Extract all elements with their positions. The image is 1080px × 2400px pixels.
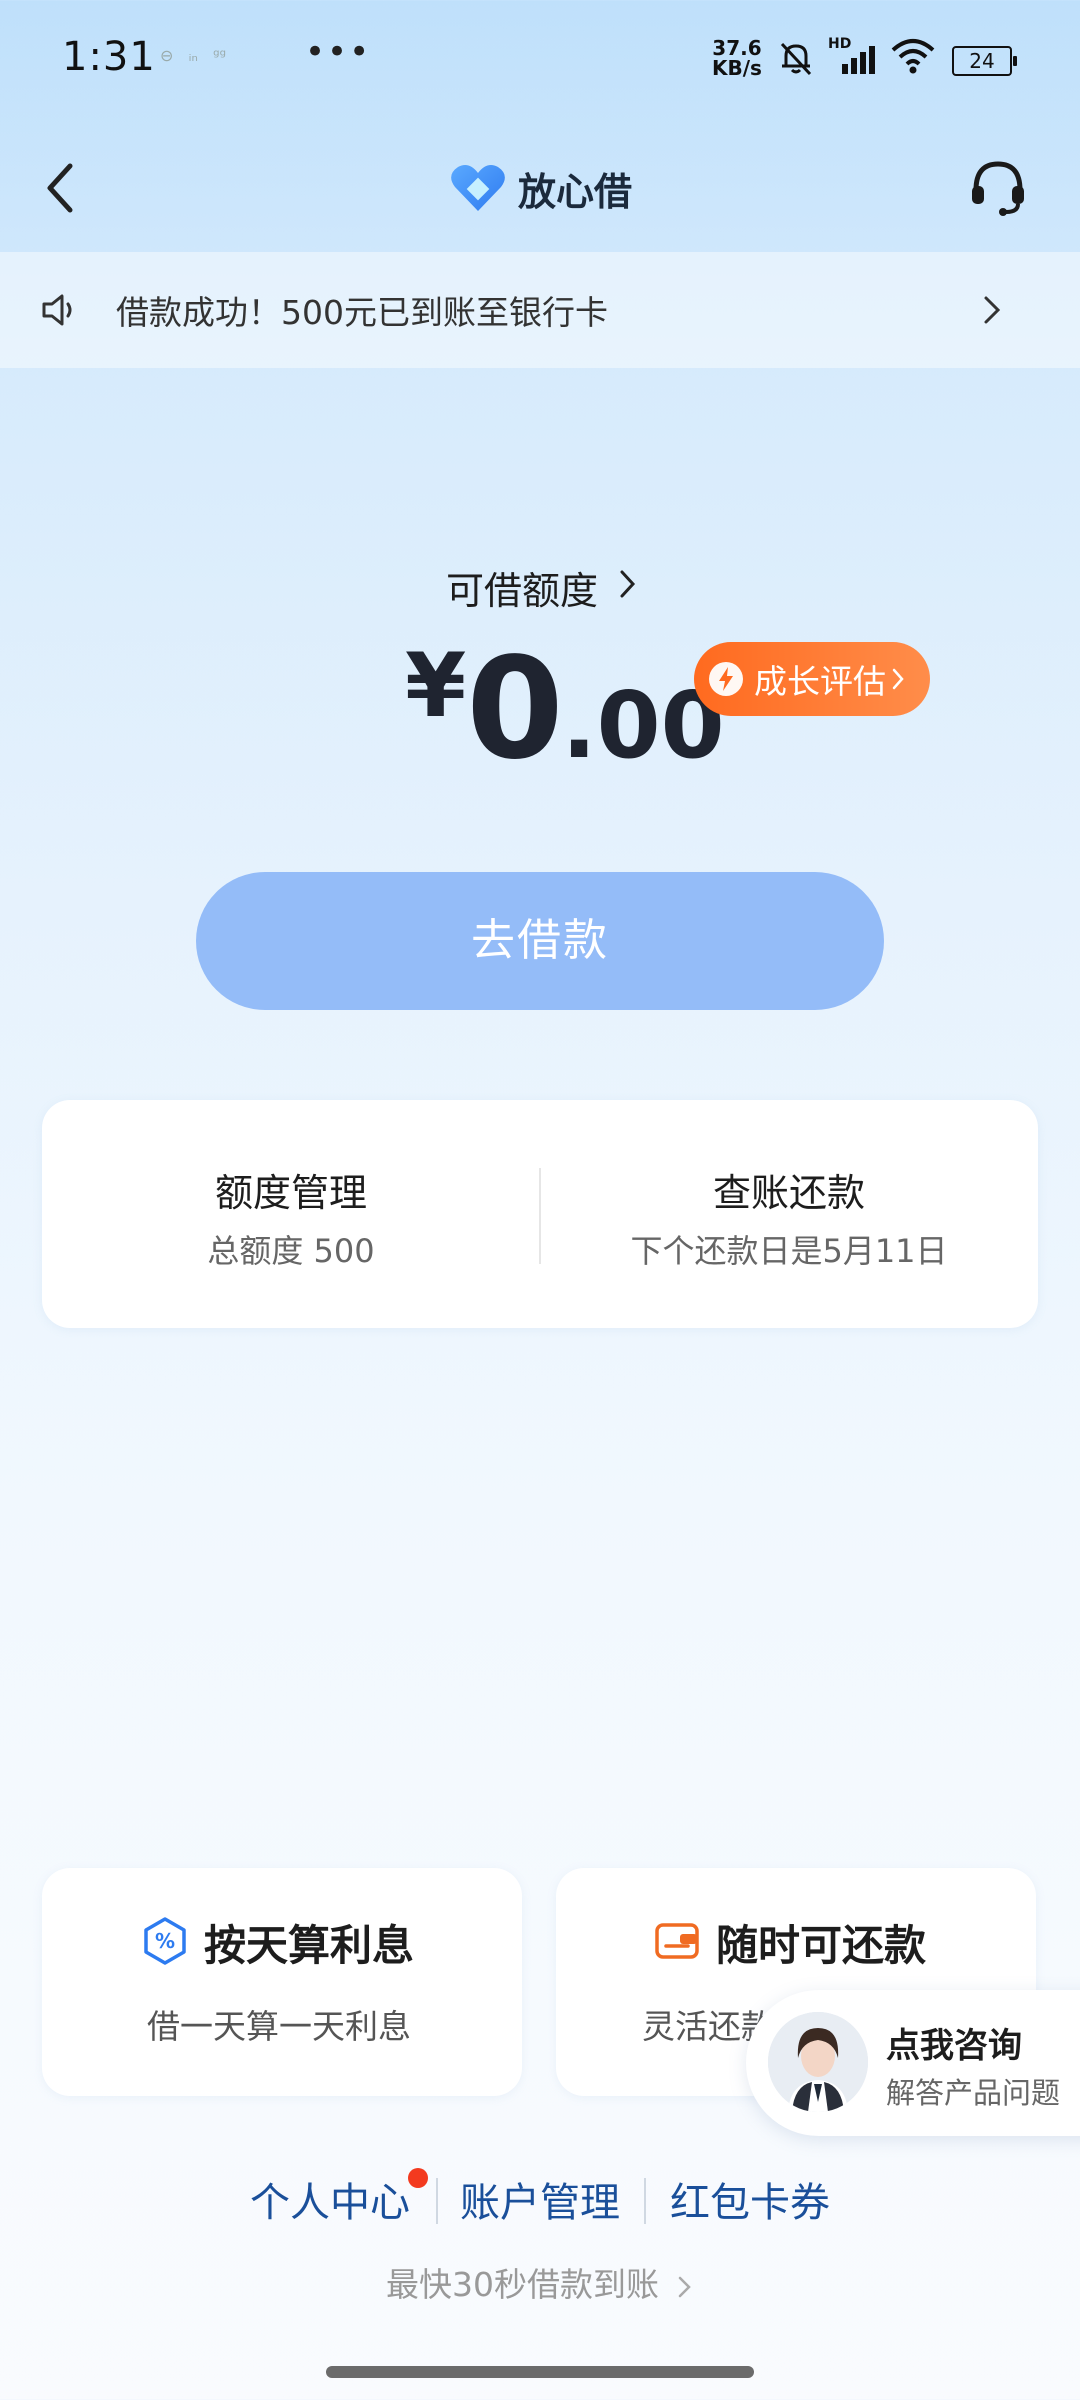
borrow-button[interactable]: 去借款: [196, 872, 884, 1010]
back-button[interactable]: [40, 158, 80, 218]
signal-icon: HD: [828, 36, 880, 76]
link-separator: [436, 2178, 438, 2224]
battery-indicator: 24: [952, 46, 1017, 76]
wifi-icon: [891, 39, 935, 74]
agent-avatar: [768, 2012, 868, 2112]
chevron-right-icon[interactable]: [980, 292, 1004, 328]
available-amount: ¥0.00: [405, 628, 725, 791]
feature-title: 随时可还款: [716, 1921, 927, 1970]
feature-subtitle: 借一天算一天利息: [147, 2007, 411, 2046]
chevron-right-icon: [678, 2276, 691, 2297]
feature-card-daily-interest: % 按天算利息 借一天算一天利息: [42, 1868, 522, 2096]
chevron-right-icon[interactable]: [617, 566, 639, 602]
consult-bubble[interactable]: 点我咨询 解答产品问题: [746, 1990, 1080, 2136]
bill-repayment-title: 查账还款: [712, 1171, 865, 1215]
next-due-date-text: 下个还款日是5月11日: [630, 1232, 948, 1270]
coupons-link[interactable]: 红包卡券: [670, 2170, 830, 2228]
wallet-icon: [655, 1923, 699, 1959]
mute-bell-icon: [780, 42, 812, 76]
account-management-link[interactable]: 账户管理: [460, 2170, 620, 2228]
personal-center-link[interactable]: 个人中心: [250, 2170, 410, 2228]
chevron-right-icon: [892, 668, 904, 690]
growth-assessment-button[interactable]: 成长评估: [694, 642, 930, 716]
feature-title: 按天算利息: [204, 1921, 415, 1970]
total-quota-text: 总额度 500: [207, 1232, 375, 1270]
customer-service-button[interactable]: [968, 158, 1028, 218]
net-speed: 37.6 KB/s: [712, 36, 762, 80]
manage-card: 额度管理 总额度 500 查账还款 下个还款日是5月11日: [42, 1100, 1038, 1328]
credit-label[interactable]: 可借额度: [446, 560, 598, 615]
status-notification-icons: ⊖ ᵢₙ ᵍᵍ: [160, 46, 227, 65]
heart-logo-icon: [451, 165, 505, 211]
app-brand: 放心借: [450, 160, 632, 216]
status-time: 1:31: [62, 34, 156, 80]
bill-repayment[interactable]: 查账还款 下个还款日是5月11日: [540, 1100, 1038, 1328]
app-title: 放心借: [518, 169, 633, 214]
lightning-icon: [709, 662, 743, 696]
link-separator: [644, 2178, 646, 2224]
notification-dot: [408, 2168, 428, 2188]
quota-management[interactable]: 额度管理 总额度 500: [42, 1100, 540, 1328]
percent-icon: %: [144, 1917, 186, 1965]
growth-label: 成长评估: [754, 662, 886, 701]
consult-subtitle: 解答产品问题: [886, 2076, 1061, 2110]
svg-text:%: %: [155, 1929, 175, 1953]
more-icon: •••: [305, 32, 372, 72]
quota-management-title: 额度管理: [214, 1171, 367, 1215]
speaker-icon: [42, 294, 72, 326]
footer-tip[interactable]: 最快30秒借款到账: [386, 2258, 694, 2306]
home-indicator[interactable]: [326, 2366, 754, 2378]
consult-title: 点我咨询: [886, 2026, 1022, 2066]
notice-text[interactable]: 借款成功！500元已到账至银行卡: [116, 286, 608, 334]
